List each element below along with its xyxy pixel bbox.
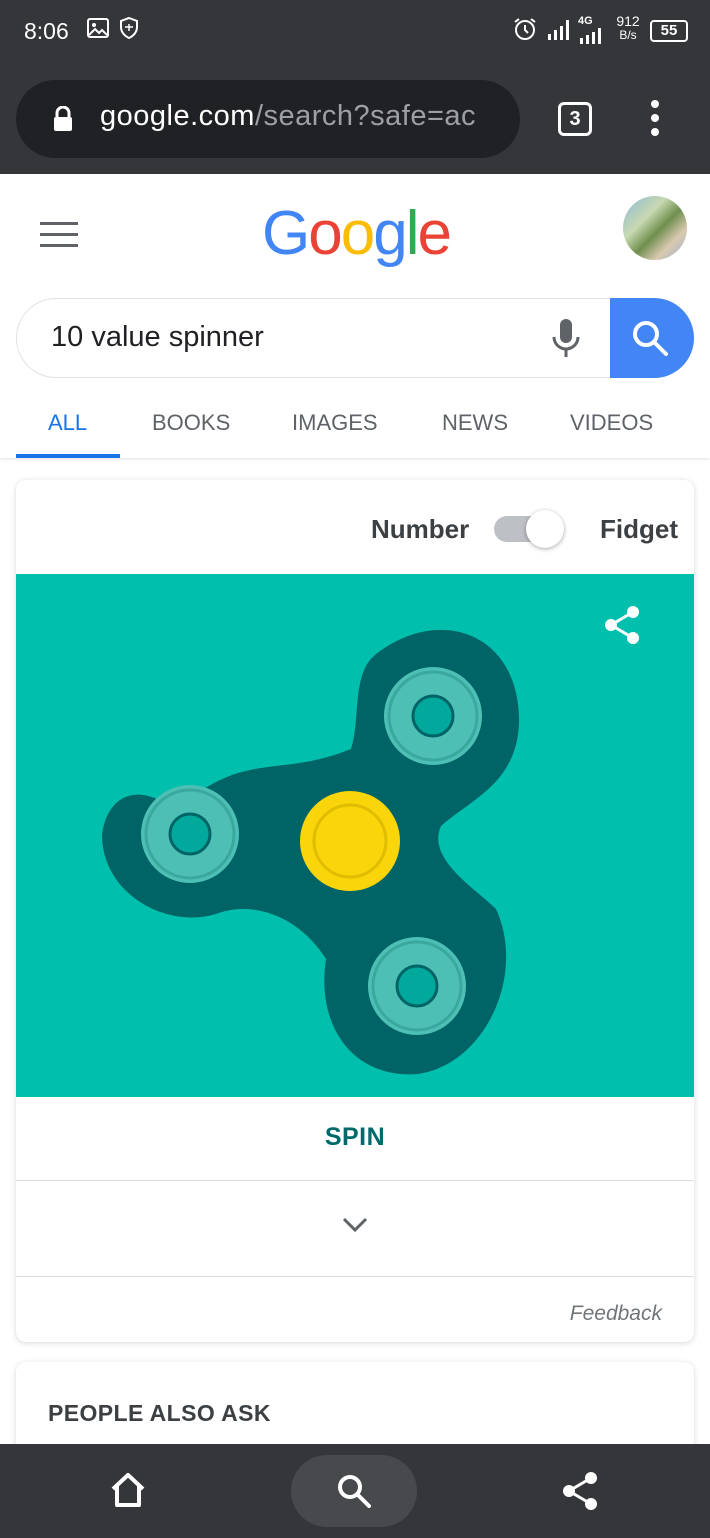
logo-letter: o (340, 199, 376, 268)
status-time: 8:06 (24, 18, 69, 44)
url-bar[interactable]: google.com/search?safe=ac (16, 80, 520, 158)
search-input[interactable]: 10 value spinner (51, 321, 264, 354)
spinner-stage[interactable] (16, 574, 694, 1097)
search-button[interactable] (610, 298, 694, 378)
net-speed-value: 912 (616, 13, 640, 29)
battery-level: 55 (660, 22, 678, 39)
logo-letter: o (308, 199, 343, 268)
share-icon[interactable] (560, 1470, 600, 1512)
logo-letter: G (262, 199, 310, 268)
logo-letter: l (405, 199, 420, 268)
bearing-hub (168, 812, 212, 856)
toggle-label-number[interactable]: Number (371, 514, 469, 545)
signal-icon (548, 20, 569, 40)
feedback-link[interactable]: Feedback (570, 1302, 662, 1326)
mode-toggle-switch[interactable] (494, 510, 564, 548)
tab-label: IMAGES (292, 410, 378, 435)
net-speed-unit: B/s (619, 28, 637, 42)
fidget-spinner[interactable] (16, 574, 694, 1097)
battery-indicator: 55 (650, 20, 688, 42)
expand-row[interactable] (16, 1181, 694, 1277)
home-icon[interactable] (108, 1470, 148, 1510)
search-box[interactable]: 10 value spinner (16, 298, 694, 378)
url-text: google.com/search?safe=ac (100, 100, 476, 133)
google-logo[interactable]: Google (262, 198, 452, 269)
mode-toggle-row: Number Fidget (16, 480, 694, 574)
gallery-icon (87, 18, 109, 38)
bearing-hub (395, 964, 439, 1008)
toggle-label-fidget[interactable]: Fidget (600, 514, 678, 545)
microphone-icon[interactable] (551, 317, 581, 359)
alarm-icon (514, 18, 536, 40)
toggle-knob (526, 510, 564, 548)
tab-label: BOOKS (152, 410, 231, 435)
tab-label: ALL (48, 410, 88, 435)
lock-icon (54, 106, 72, 131)
hamburger-menu-icon[interactable] (40, 222, 78, 255)
people-also-ask-card: PEOPLE ALSO ASK (16, 1362, 694, 1444)
people-also-ask-title: PEOPLE ALSO ASK (48, 1400, 271, 1426)
tab-count: 3 (569, 108, 581, 130)
tab-label: VIDEOS (570, 410, 654, 435)
bottom-toolbar (0, 1444, 710, 1538)
spin-label: SPIN (324, 1123, 386, 1151)
logo-letter: e (417, 199, 452, 268)
status-bar: 8:06 4G 912 B/s 55 (0, 0, 710, 64)
tab-label: NEWS (442, 410, 508, 435)
shield-icon (120, 16, 138, 40)
search-icon (338, 1475, 371, 1508)
tab-switcher-button[interactable]: 3 (558, 102, 592, 136)
web-page: Google 10 value spinner ALL BOOKS IMAGES… (0, 174, 710, 1444)
url-host: google.com (100, 100, 255, 132)
bottom-search-button[interactable] (291, 1455, 417, 1527)
logo-letter: g (373, 199, 408, 268)
bearing-hub (411, 694, 455, 738)
signal-icon (580, 28, 601, 44)
spin-button[interactable]: SPIN (16, 1097, 694, 1181)
spinner-card: Number Fidget SPIN Feedback (16, 480, 694, 1342)
url-path: /search?safe=ac (254, 100, 477, 132)
avatar[interactable] (623, 196, 687, 260)
active-tab-indicator (16, 454, 120, 458)
google-header: Google 10 value spinner ALL BOOKS IMAGES… (0, 174, 710, 458)
chevron-down-icon (342, 1217, 368, 1233)
search-icon (633, 321, 668, 356)
browser-toolbar: google.com/search?safe=ac 3 (0, 64, 710, 174)
network-type: 4G (578, 15, 593, 27)
overflow-menu-icon[interactable] (648, 100, 662, 140)
tab-all[interactable]: ALL (16, 404, 120, 458)
